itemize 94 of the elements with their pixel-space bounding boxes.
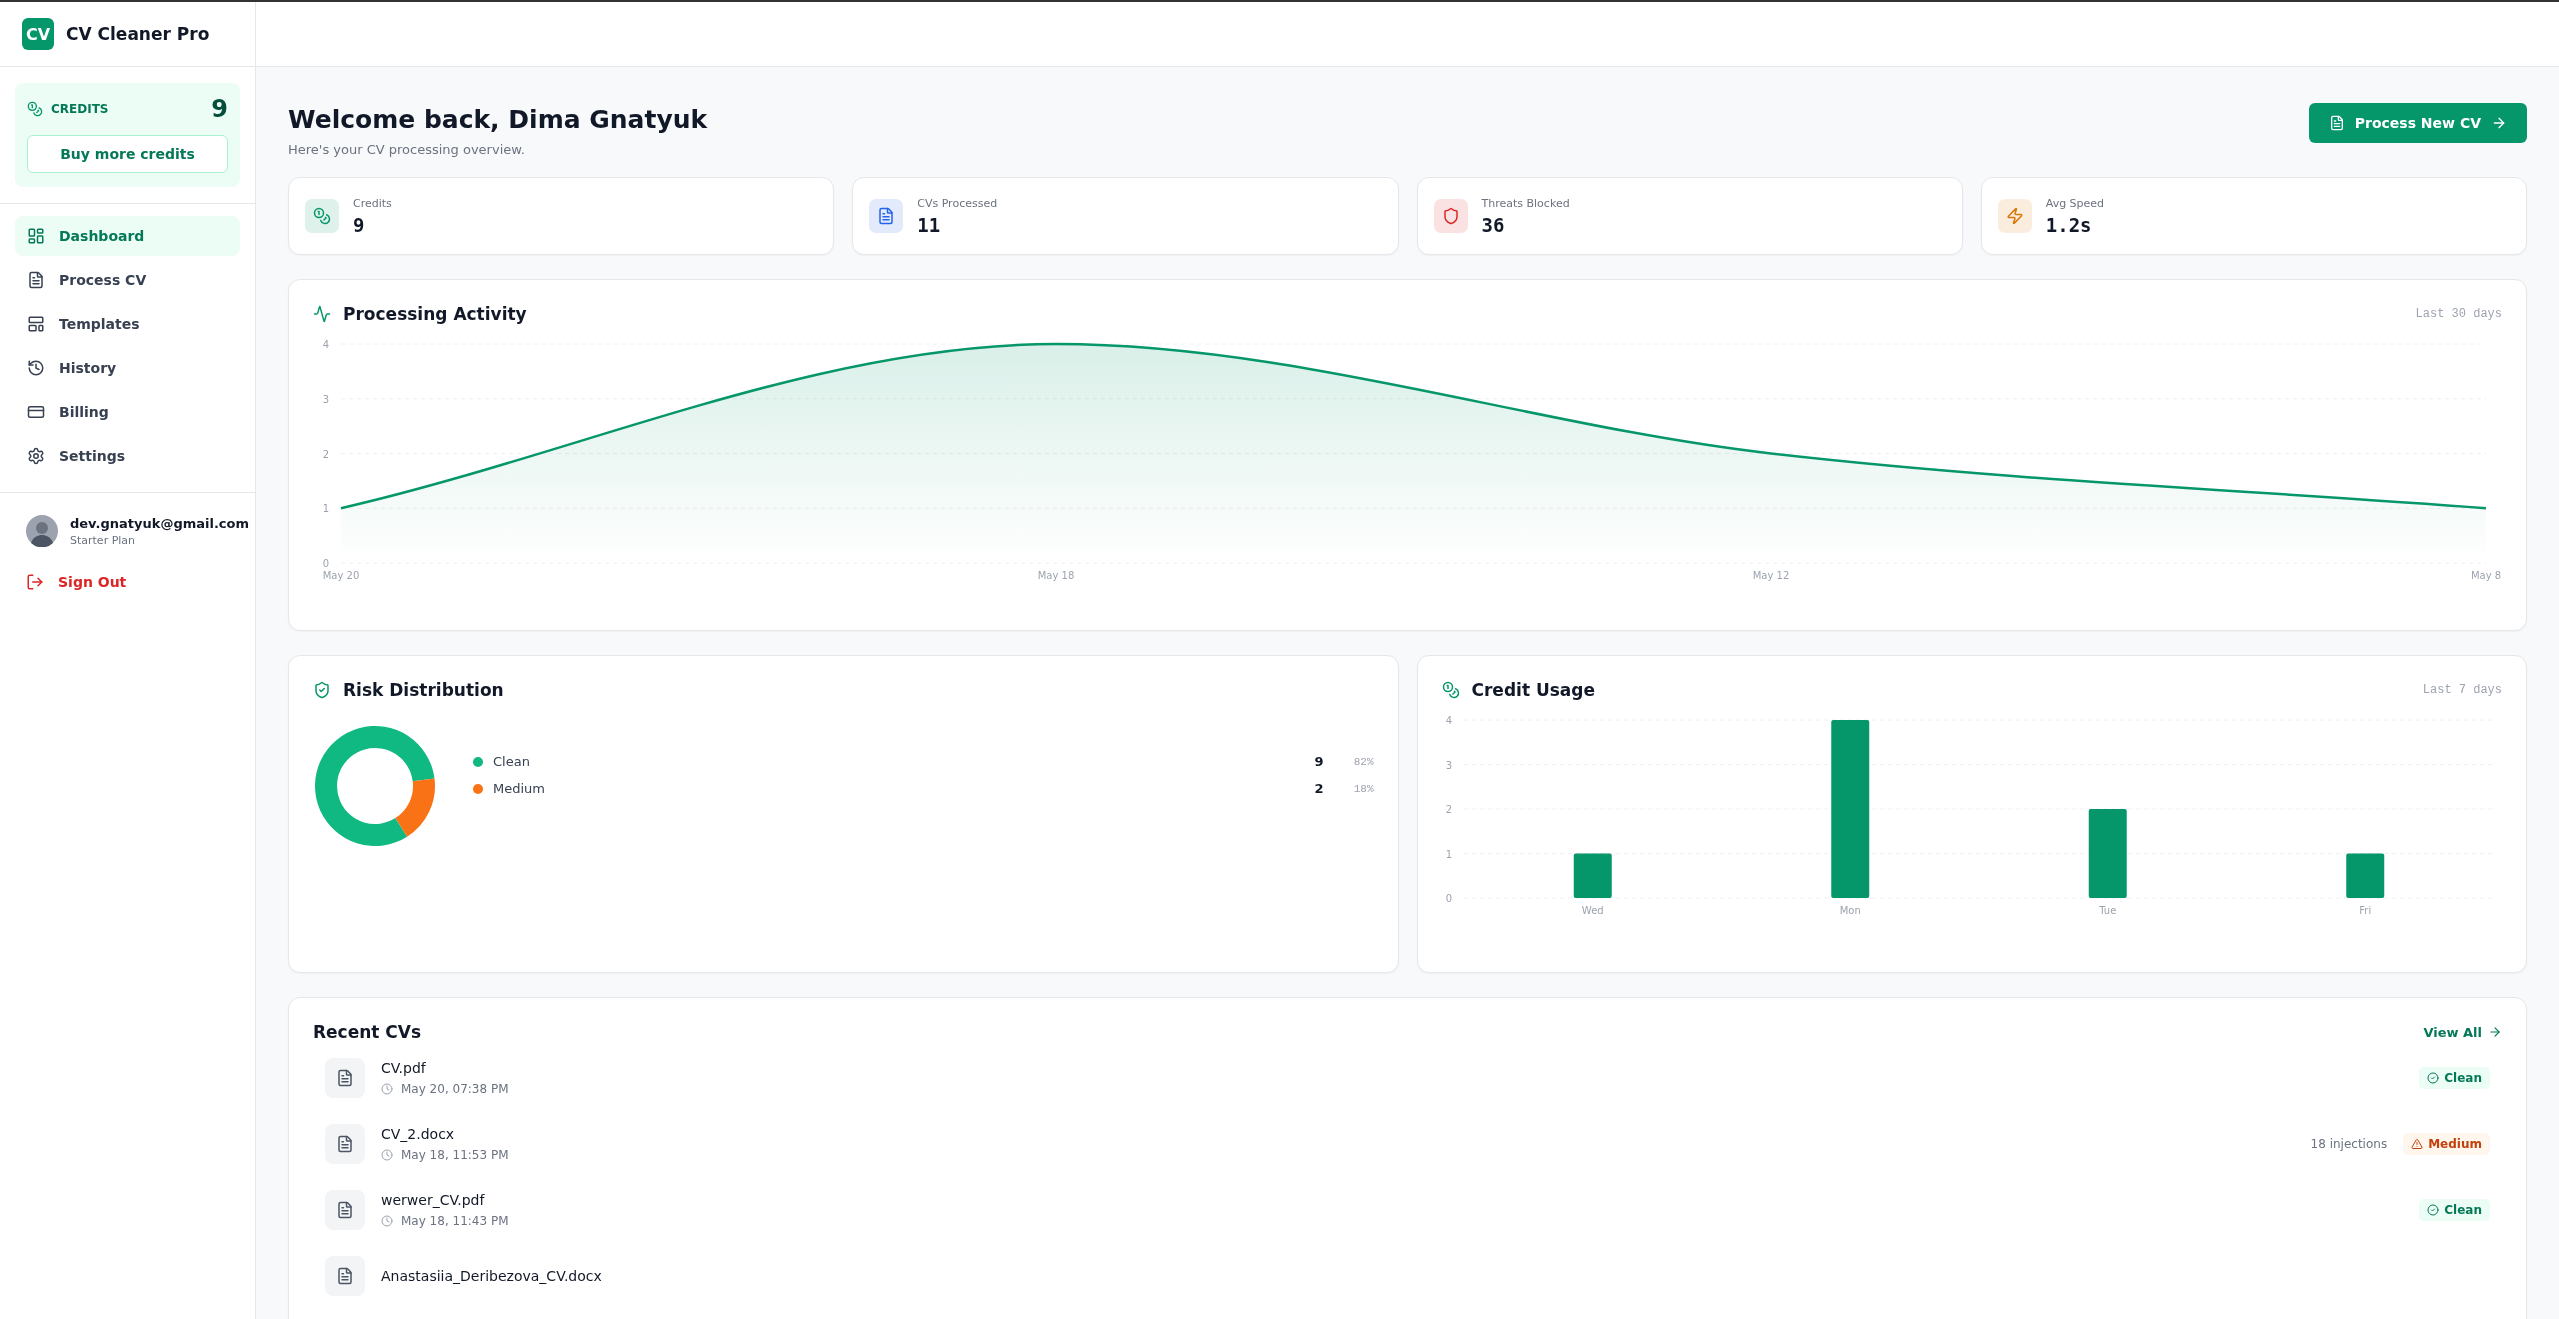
file-time: May 18, 11:53 PM xyxy=(401,1148,509,1162)
file-name: CV_2.docx xyxy=(381,1126,456,1142)
axis-label: 4 xyxy=(1445,715,1452,726)
warning-icon xyxy=(2411,1138,2424,1150)
axis-label: Fri xyxy=(2358,905,2371,916)
legend-percent: 18% xyxy=(1352,782,1374,795)
stat-label: Credits xyxy=(353,196,392,210)
legend-label: Medium xyxy=(493,781,546,796)
check-icon xyxy=(2427,1072,2440,1084)
axis-label: Wed xyxy=(1581,905,1604,916)
axis-label: 3 xyxy=(1445,759,1452,771)
history-icon xyxy=(27,359,45,377)
app-logo: CV xyxy=(22,18,54,50)
card-icon xyxy=(27,403,45,421)
page-title: Welcome back, Dima Gnatyuk xyxy=(288,105,708,134)
nav-item[interactable]: Templates xyxy=(15,304,240,344)
axis-label: Mon xyxy=(1839,905,1861,916)
settings-icon xyxy=(27,447,45,465)
card-title: Recent CVs xyxy=(313,1022,423,1042)
axis-label: May 18 xyxy=(1037,570,1075,581)
date-range: Last 30 days xyxy=(2415,307,2502,321)
sign-out-link[interactable]: Sign Out xyxy=(0,561,255,603)
file-time: May 20, 07:38 PM xyxy=(401,1082,509,1096)
sign-out-icon xyxy=(26,573,44,591)
nav-item[interactable]: History xyxy=(15,348,240,388)
file-name: Anastasiia_Deribezova_CV.docx xyxy=(381,1268,603,1284)
axis-label: 3 xyxy=(322,393,329,405)
axis-label: 1 xyxy=(1445,848,1452,860)
stat-value: 11 xyxy=(917,213,942,236)
credits-label: CREDITS xyxy=(51,102,110,116)
card-title: Processing Activity xyxy=(343,304,528,324)
nav-item[interactable]: Dashboard xyxy=(15,216,240,256)
axis-label: 0 xyxy=(1445,893,1452,904)
file-icon xyxy=(325,1058,365,1098)
status-badge: Clean xyxy=(2419,1067,2490,1089)
layout-icon xyxy=(27,315,45,333)
stat-value: 9 xyxy=(353,213,366,236)
card-title: Risk Distribution xyxy=(343,680,505,700)
axis-label: 2 xyxy=(322,448,329,460)
nav-item[interactable]: Settings xyxy=(15,436,240,476)
document-icon xyxy=(27,271,45,289)
bar xyxy=(2345,853,2384,898)
coins-icon xyxy=(27,101,43,117)
axis-label: 0 xyxy=(322,558,329,569)
view-all-link[interactable]: View All xyxy=(2423,1024,2502,1040)
card-title: Credit Usage xyxy=(1471,680,1597,700)
stat-label: Avg Speed xyxy=(2045,196,2105,210)
legend-count: 9 xyxy=(1314,754,1324,769)
coins-icon xyxy=(1441,681,1460,699)
status-badge: Clean xyxy=(2419,1199,2490,1221)
arrow-right-icon xyxy=(2488,1025,2502,1039)
avatar xyxy=(26,515,58,547)
clock-icon xyxy=(381,1149,393,1161)
file-name: CV.pdf xyxy=(381,1060,427,1076)
axis-label: 2 xyxy=(1445,804,1452,815)
axis-label: May 20 xyxy=(322,570,360,581)
date-range: Last 7 days xyxy=(2422,683,2502,697)
stat-value: 1.2s xyxy=(2045,213,2093,236)
process-new-cv-button[interactable]: Process New CV xyxy=(2308,103,2527,143)
user-email: dev.gnatyuk@gmail.com xyxy=(70,515,250,531)
bar xyxy=(1573,853,1612,898)
arrow-right-icon xyxy=(2491,115,2507,131)
buy-credits-button[interactable]: Buy more credits xyxy=(27,135,228,173)
shield-check-icon xyxy=(313,681,331,699)
file-name: werwer_CV.pdf xyxy=(381,1192,486,1208)
user-plan: Starter Plan xyxy=(70,533,137,547)
page-subtitle: Here's your CV processing overview. xyxy=(288,142,526,157)
stat-label: CVs Processed xyxy=(917,196,998,210)
file-time: May 18, 11:43 PM xyxy=(401,1214,509,1228)
axis-label: 1 xyxy=(322,503,329,515)
status-badge: Medium xyxy=(2403,1133,2490,1155)
stat-value: 36 xyxy=(1481,213,1506,236)
axis-label: May 12 xyxy=(1752,570,1790,581)
file-icon xyxy=(325,1124,365,1164)
clock-icon xyxy=(381,1215,393,1227)
document-icon xyxy=(2328,115,2345,131)
nav-item[interactable]: Billing xyxy=(15,392,240,432)
legend-label: Clean xyxy=(493,754,531,769)
axis-label: May 8 xyxy=(2470,570,2501,581)
file-icon xyxy=(325,1256,365,1296)
injection-count: 18 injections xyxy=(2310,1137,2388,1151)
stat-label: Threats Blocked xyxy=(1481,196,1570,210)
check-icon xyxy=(2427,1204,2440,1216)
dashboard-icon xyxy=(27,227,45,245)
axis-label: Tue xyxy=(2098,905,2116,916)
app-name: CV Cleaner Pro xyxy=(66,24,210,44)
axis-label: 4 xyxy=(322,339,329,350)
credits-value: 9 xyxy=(211,95,228,123)
nav-item[interactable]: Process CV xyxy=(15,260,240,300)
legend-percent: 82% xyxy=(1352,755,1374,768)
clock-icon xyxy=(381,1083,393,1095)
file-icon xyxy=(325,1190,365,1230)
legend-count: 2 xyxy=(1314,781,1324,796)
pulse-icon xyxy=(313,305,331,323)
